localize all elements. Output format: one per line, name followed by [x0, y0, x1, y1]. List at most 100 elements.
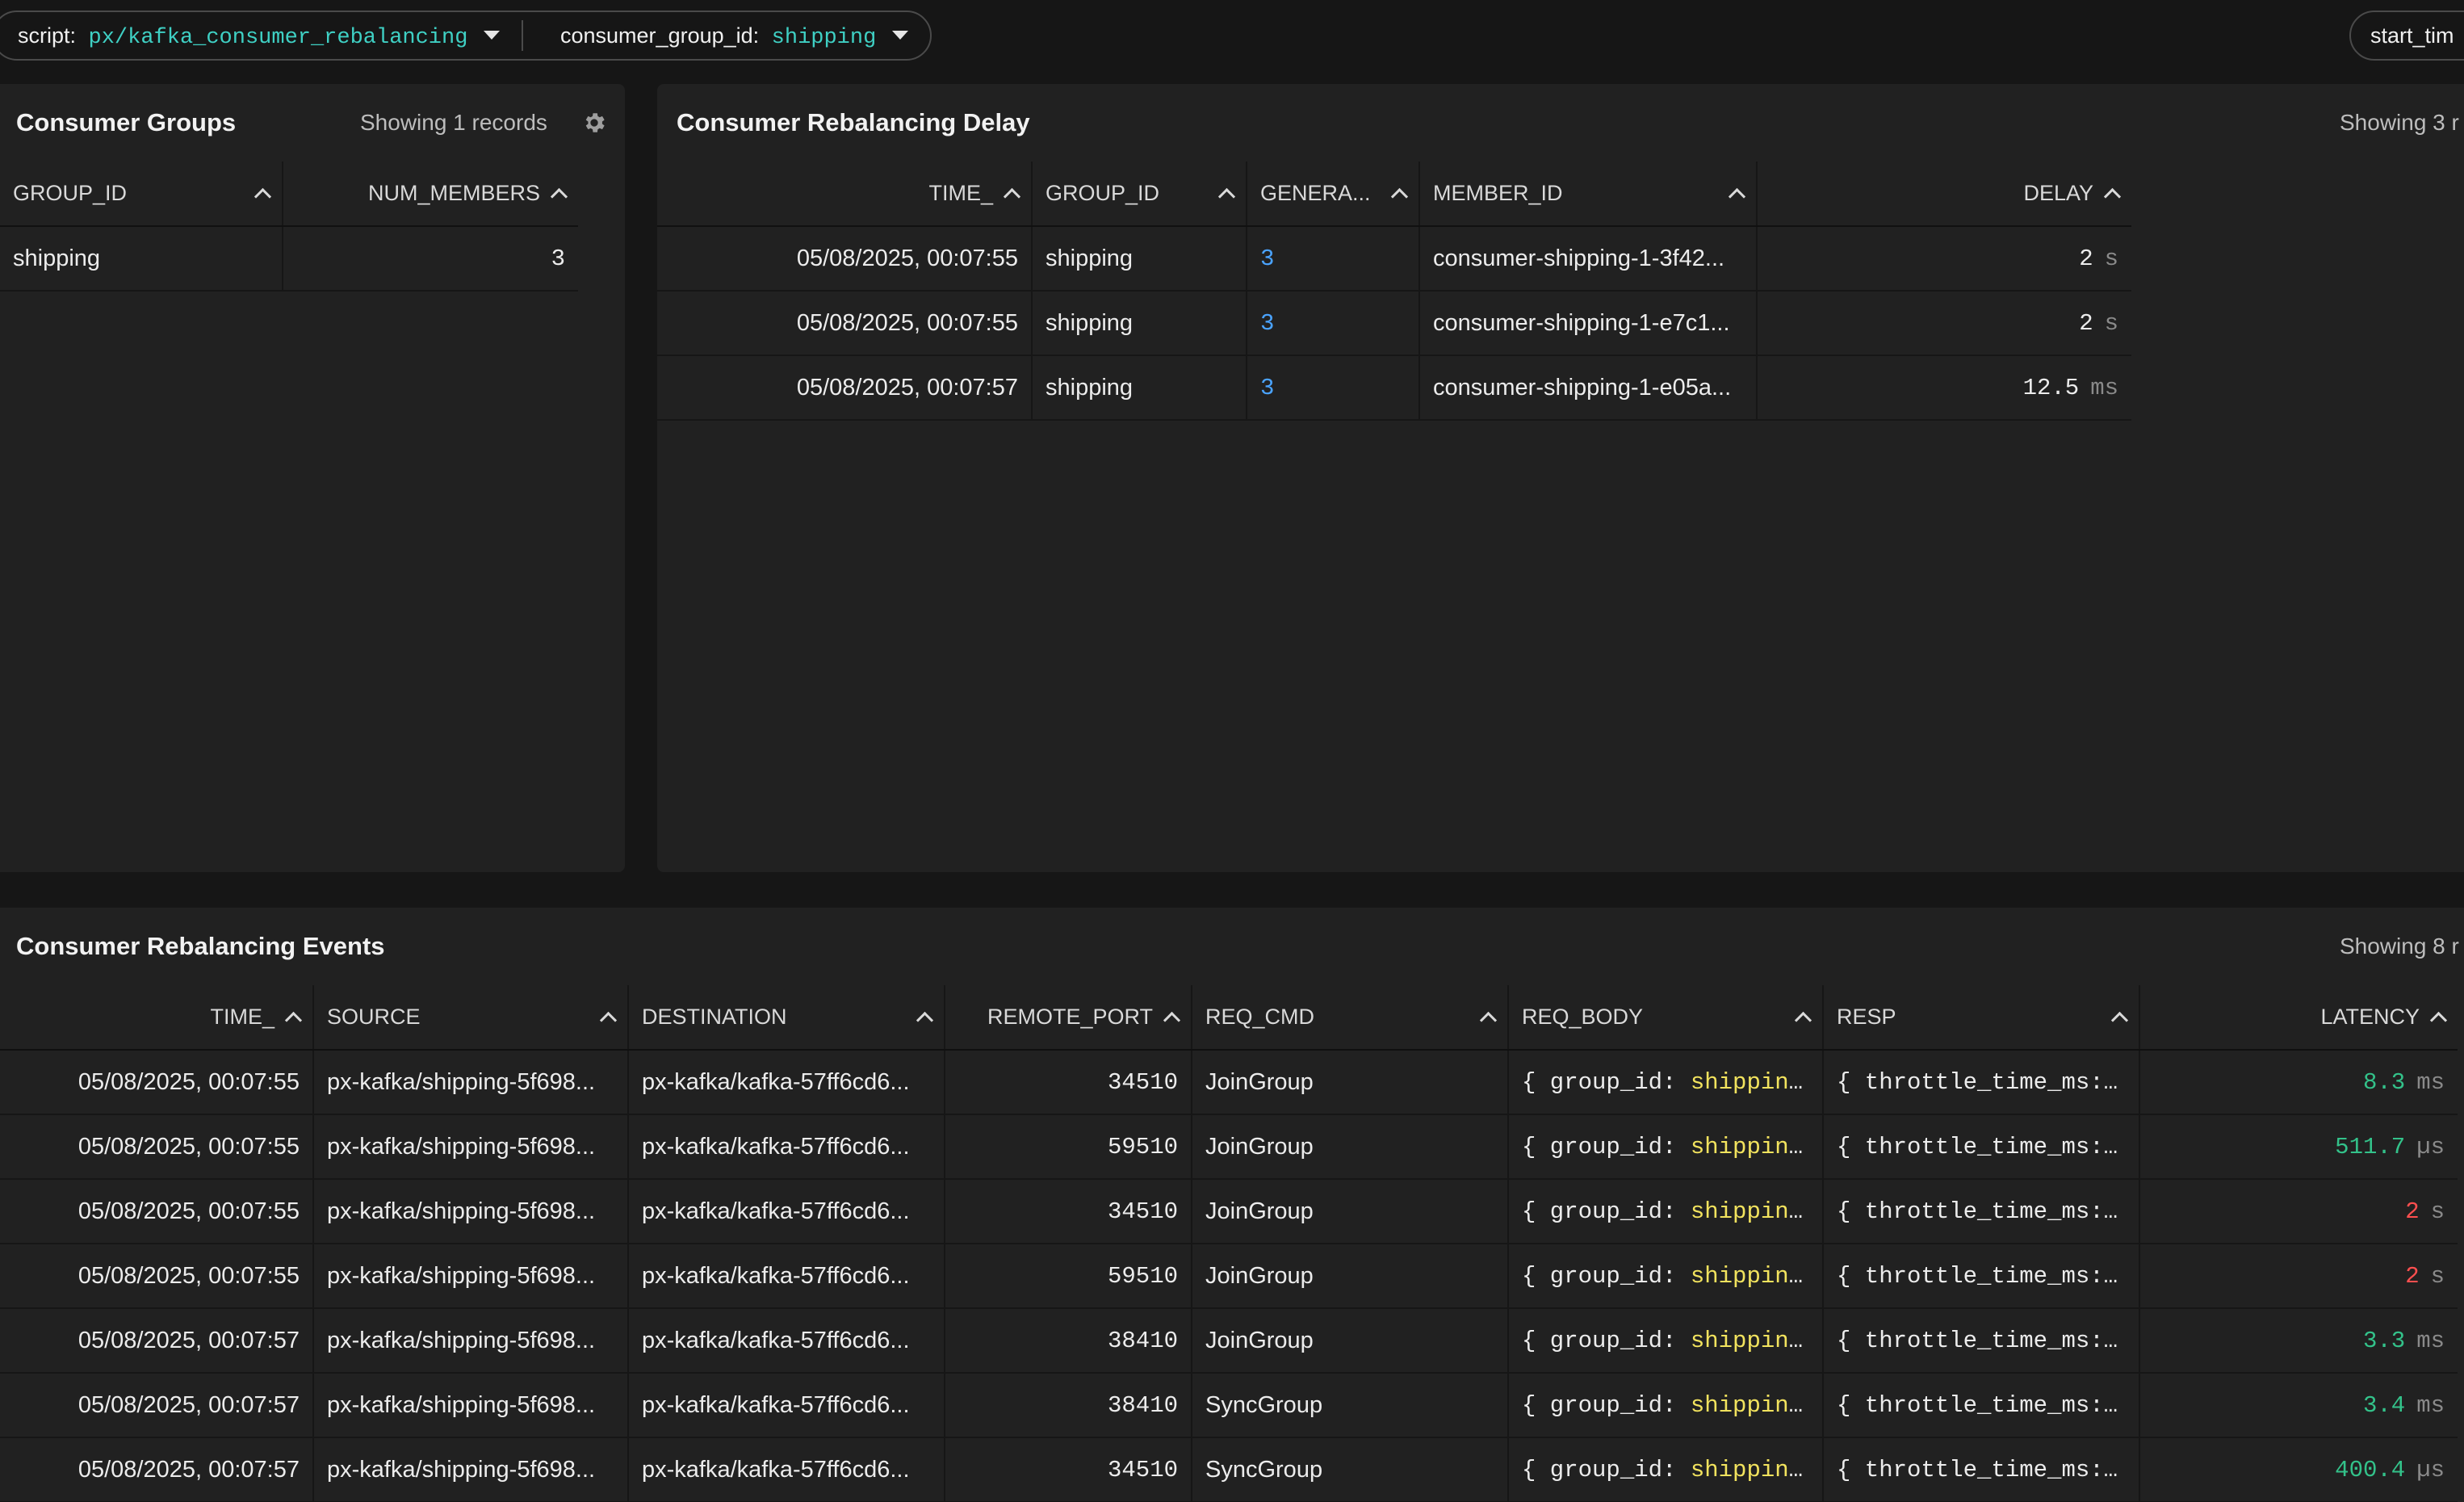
cell-destination: px-kafka/kafka-57ff6cd6...	[627, 1373, 945, 1438]
cell-generation[interactable]: 3	[1246, 226, 1419, 292]
cell-req-body[interactable]: { group_id: shippin...	[1507, 1114, 1823, 1180]
sort-asc-icon	[1479, 1011, 1498, 1030]
cell-req-body[interactable]: { group_id: shippin...	[1507, 1373, 1823, 1438]
column-header-group-id[interactable]: GROUP_ID	[1031, 162, 1247, 227]
cell-source: px-kafka/shipping-5f698...	[312, 1437, 628, 1502]
cell-req-body[interactable]: { group_id: shippin...	[1507, 1244, 1823, 1309]
delay-value: 2	[2079, 310, 2093, 337]
delay-value: 12.5	[2022, 375, 2080, 401]
table-row[interactable]: 05/08/2025, 00:07:55 px-kafka/shipping-5f…	[0, 1050, 2458, 1115]
table-row[interactable]: 05/08/2025, 00:07:55 shipping 3 consumer…	[657, 291, 2131, 356]
column-header-req-body[interactable]: REQ_BODY	[1507, 985, 1823, 1051]
script-label: script:	[18, 23, 77, 48]
cell-req-body[interactable]: { group_id: shippin...	[1507, 1308, 1823, 1374]
sort-asc-icon	[254, 187, 272, 206]
cell-group-id: shipping	[1031, 355, 1247, 421]
start-time-pill[interactable]: start_tim	[2349, 10, 2464, 61]
cell-req-cmd: JoinGroup	[1191, 1244, 1508, 1309]
cell-delay: 12.5 ms	[1756, 355, 2131, 421]
cell-req-body[interactable]: { group_id: shippin...	[1507, 1050, 1823, 1115]
table-header-row: GROUP_ID NUM_MEMBERS	[0, 162, 578, 227]
req-body-key: { group_id:	[1522, 1133, 1677, 1160]
rebalancing-delay-panel: Consumer Rebalancing Delay Showing 3 r T…	[657, 84, 2464, 872]
cell-remote-port: 38410	[944, 1308, 1192, 1374]
cell-resp[interactable]: { throttle_time_ms:...	[1822, 1437, 2139, 1502]
cell-generation[interactable]: 3	[1246, 291, 1419, 356]
table-row[interactable]: 05/08/2025, 00:07:57 px-kafka/shipping-5f…	[0, 1373, 2458, 1438]
column-header-latency[interactable]: LATENCY	[2139, 985, 2458, 1051]
cell-time: 05/08/2025, 00:07:57	[0, 1308, 313, 1374]
cell-time: 05/08/2025, 00:07:57	[0, 1373, 313, 1438]
events-table-body: 05/08/2025, 00:07:55 px-kafka/shipping-5f…	[0, 1050, 2458, 1502]
cell-req-cmd: JoinGroup	[1191, 1179, 1508, 1244]
cell-generation[interactable]: 3	[1246, 355, 1419, 421]
column-header-member-id[interactable]: MEMBER_ID	[1418, 162, 1757, 227]
column-header-req-cmd[interactable]: REQ_CMD	[1191, 985, 1508, 1051]
latency-value: 3.3	[2362, 1328, 2406, 1354]
cell-time: 05/08/2025, 00:07:55	[0, 1179, 313, 1244]
cell-source: px-kafka/shipping-5f698...	[312, 1179, 628, 1244]
latency-value: 400.4	[2335, 1457, 2406, 1483]
rebalancing-delay-table: TIME_ GROUP_ID GENERA... MEMBER_ID DELAY…	[657, 162, 2131, 421]
column-header-destination[interactable]: DESTINATION	[627, 985, 945, 1051]
consumer-group-selector[interactable]: consumer_group_id: shipping	[560, 12, 908, 59]
req-body-value: shippin...	[1690, 1456, 1823, 1483]
table-row[interactable]: 05/08/2025, 00:07:55 px-kafka/shipping-5f…	[0, 1114, 2458, 1180]
consumer-groups-panel: Consumer Groups Showing 1 records GROUP_…	[0, 84, 625, 872]
cell-resp[interactable]: { throttle_time_ms:...	[1822, 1050, 2139, 1115]
column-header-time[interactable]: TIME_	[657, 162, 1032, 227]
script-selector[interactable]: script: px/kafka_consumer_rebalancing	[18, 12, 500, 59]
cell-time: 05/08/2025, 00:07:55	[657, 226, 1032, 292]
caret-down-icon	[891, 31, 908, 40]
cell-req-body[interactable]: { group_id: shippin...	[1507, 1437, 1823, 1502]
start-time-label: start_tim	[2370, 23, 2454, 48]
cell-req-cmd: JoinGroup	[1191, 1114, 1508, 1180]
column-header-delay[interactable]: DELAY	[1756, 162, 2131, 227]
sort-asc-icon	[1217, 187, 1236, 206]
table-row[interactable]: 05/08/2025, 00:07:57 shipping 3 consumer…	[657, 355, 2131, 421]
record-count: Showing 1 records	[360, 110, 547, 135]
cell-resp[interactable]: { throttle_time_ms:...	[1822, 1244, 2139, 1309]
cell-group-id: shipping	[1031, 291, 1247, 356]
cell-destination: px-kafka/kafka-57ff6cd6...	[627, 1244, 945, 1309]
delay-unit: s	[2104, 310, 2118, 337]
record-count: Showing 3 r	[2340, 110, 2459, 135]
latency-unit: µs	[2416, 1457, 2445, 1483]
req-body-value: shippin...	[1690, 1133, 1823, 1160]
table-row[interactable]: 05/08/2025, 00:07:55 shipping 3 consumer…	[657, 226, 2131, 292]
cell-latency: 2s	[2139, 1179, 2458, 1244]
column-header-source[interactable]: SOURCE	[312, 985, 628, 1051]
column-header-remote-port[interactable]: REMOTE_PORT	[944, 985, 1192, 1051]
cell-latency: 3.3 ms	[2139, 1308, 2458, 1374]
cell-req-body[interactable]: { group_id: shippin...	[1507, 1179, 1823, 1244]
column-header-num-members[interactable]: NUM_MEMBERS	[282, 162, 578, 227]
cell-remote-port: 38410	[944, 1373, 1192, 1438]
rebalancing-events-table: TIME_ SOURCE DESTINATION REMOTE_PORT REQ…	[0, 985, 2458, 1502]
column-header-group-id[interactable]: GROUP_ID	[0, 162, 283, 227]
gear-icon[interactable]	[581, 110, 607, 136]
cell-resp[interactable]: { throttle_time_ms:...	[1822, 1308, 2139, 1374]
table-row[interactable]: 05/08/2025, 00:07:57 px-kafka/shipping-5f…	[0, 1437, 2458, 1502]
cell-source: px-kafka/shipping-5f698...	[312, 1373, 628, 1438]
column-header-resp[interactable]: RESP	[1822, 985, 2139, 1051]
cell-remote-port: 34510	[944, 1050, 1192, 1115]
column-header-time[interactable]: TIME_	[0, 985, 313, 1051]
table-row[interactable]: 05/08/2025, 00:07:57 px-kafka/shipping-5f…	[0, 1308, 2458, 1374]
latency-value: 511.7	[2335, 1134, 2406, 1160]
table-row[interactable]: 05/08/2025, 00:07:55 px-kafka/shipping-5f…	[0, 1179, 2458, 1244]
cell-resp[interactable]: { throttle_time_ms:...	[1822, 1179, 2139, 1244]
cell-delay: 2s	[1756, 291, 2131, 356]
latency-value: 3.4	[2362, 1392, 2406, 1419]
cell-time: 05/08/2025, 00:07:57	[657, 355, 1032, 421]
cell-req-cmd: SyncGroup	[1191, 1373, 1508, 1438]
cell-destination: px-kafka/kafka-57ff6cd6...	[627, 1050, 945, 1115]
table-row[interactable]: shipping 3	[0, 226, 578, 292]
cell-latency: 8.3 ms	[2139, 1050, 2458, 1115]
cell-resp[interactable]: { throttle_time_ms:...	[1822, 1373, 2139, 1438]
cell-resp[interactable]: { throttle_time_ms:...	[1822, 1114, 2139, 1180]
panel-title: Consumer Rebalancing Delay	[677, 108, 1030, 136]
column-header-generation[interactable]: GENERA...	[1246, 162, 1419, 227]
cell-req-cmd: JoinGroup	[1191, 1050, 1508, 1115]
table-row[interactable]: 05/08/2025, 00:07:55 px-kafka/shipping-5f…	[0, 1244, 2458, 1309]
req-body-key: { group_id:	[1522, 1391, 1677, 1419]
